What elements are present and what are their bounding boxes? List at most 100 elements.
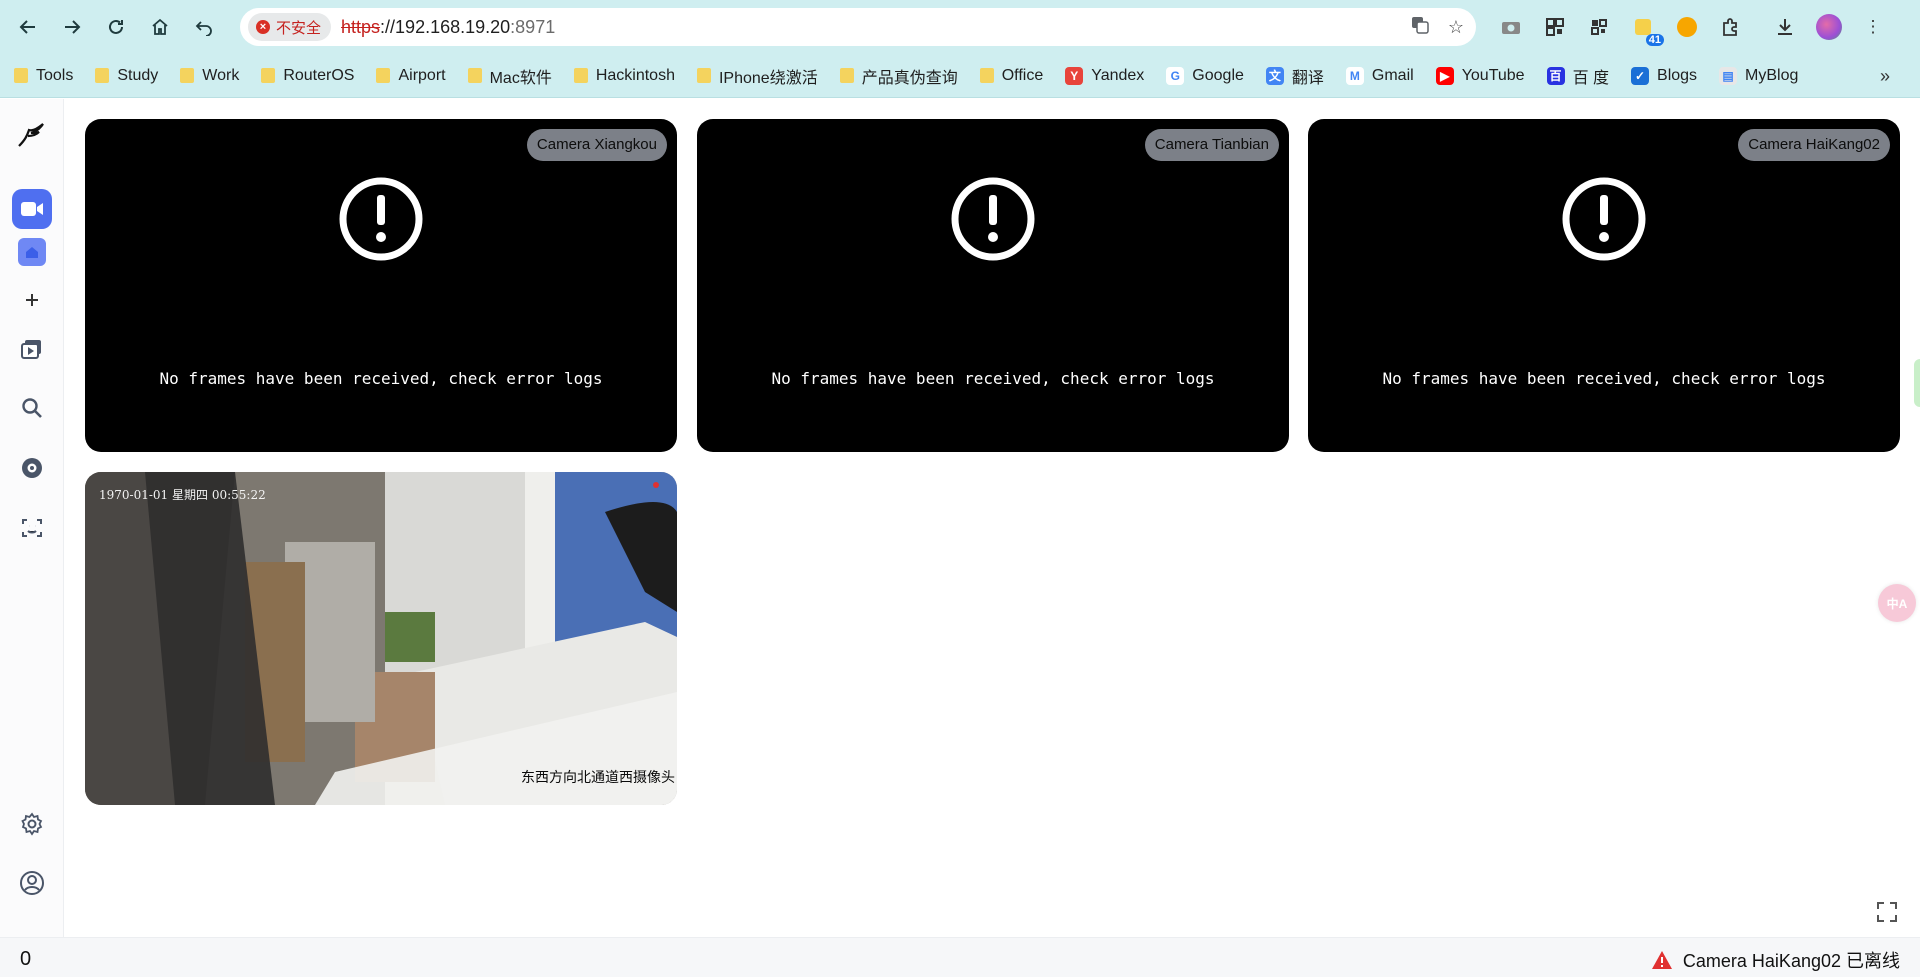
bookmark-label: YouTube [1461,66,1525,84]
bookmark-star-icon[interactable]: ☆ [1448,17,1464,38]
extensions-area: 41 ⋮ [1496,8,1888,46]
folder-icon [696,68,711,83]
fullscreen-icon[interactable] [1872,897,1902,927]
browser-toolbar: × 不安全 https://192.168.19.20:8971 ☆ 41 ⋮ [0,0,1920,54]
folder-icon [376,68,391,83]
reload-icon[interactable] [94,5,138,49]
bookmark-label: Study [117,66,159,84]
browser-menu-icon[interactable]: ⋮ [1858,12,1888,42]
navigation-buttons [0,5,240,49]
bookmark-item[interactable]: Work [180,67,239,85]
explore-icon[interactable] [12,448,52,488]
bookmark-label: Hackintosh [595,66,675,84]
back-icon[interactable] [6,5,50,49]
bookmark-item[interactable]: IPhone绕激活 [696,64,818,88]
bookmark-label: Office [1001,66,1044,84]
bookmark-item[interactable]: 文翻译 [1265,64,1324,88]
bookmarks-bar: Tools Study Work RouterOS Airport Mac软件 Hackin… [0,54,1920,98]
security-chip[interactable]: × 不安全 [248,13,332,41]
forward-icon[interactable] [50,5,94,49]
add-group-icon[interactable] [12,280,52,320]
translate-floating-button[interactable]: 中A [1878,584,1916,622]
side-drawer-handle[interactable] [1914,359,1920,407]
timer-extension-icon[interactable] [1672,12,1702,42]
qrcode-extension-icon[interactable] [1540,12,1570,42]
bookmark-item[interactable]: Tools [14,67,73,85]
bookmark-item[interactable]: Mac软件 [467,64,552,88]
folder-icon [95,68,110,83]
tampermonkey-extension-icon[interactable]: 41 [1628,12,1664,46]
face-scan-icon[interactable] [12,508,52,548]
warning-circle-icon [1562,177,1646,261]
myblog-icon: ▤ [1719,66,1738,85]
bookmark-label: MyBlog [1745,66,1799,84]
bookmark-item[interactable]: Office [979,66,1044,85]
bookmark-item[interactable]: M Gmail [1345,66,1414,85]
bookmarks-overflow-icon[interactable]: » [1880,54,1890,98]
camera-card-xiangkou[interactable]: Camera Xiangkou No frames have been rece… [85,119,677,452]
error-message: No frames have been received, check erro… [1382,369,1826,388]
camera-card-live-feed[interactable]: 1970-01-01 星期四 00:55:22 东西方向北通道西摄像头 [85,472,677,805]
folder-icon [839,68,854,83]
logo-icon[interactable] [12,115,52,155]
settings-gear-icon[interactable] [12,804,52,844]
google-icon: G [1166,66,1185,85]
camera-card-haikang02[interactable]: Camera HaiKang02 No frames have been rec… [1308,119,1900,452]
error-message: No frames have been received, check erro… [771,369,1215,388]
recordings-icon[interactable] [12,329,52,369]
bookmark-label: Airport [398,66,446,84]
camera-name-badge: Camera Xiangkou [526,129,667,161]
bookmark-label: Tools [36,66,74,84]
status-count: 0 [20,948,32,970]
gmail-icon: M [1345,66,1364,85]
camera-card-tianbian[interactable]: Camera Tianbian No frames have been rece… [697,119,1289,452]
recording-indicator [653,482,659,488]
download-icon[interactable] [1770,12,1800,42]
camera-name-badge: Camera Tianbian [1144,129,1279,161]
status-bar: 0 Camera HaiKang02 已离线 [0,937,1920,977]
not-secure-icon: × [256,20,270,34]
search-icon[interactable] [12,388,52,428]
home-icon[interactable] [138,5,182,49]
address-bar[interactable]: × 不安全 https://192.168.19.20:8971 ☆ [240,8,1476,46]
home-group-icon[interactable] [18,238,46,266]
bookmark-item[interactable]: Y Yandex [1065,66,1145,85]
profile-avatar-icon[interactable] [1814,12,1844,42]
account-icon[interactable] [12,863,52,903]
sidebar [0,99,64,937]
bookmark-item[interactable]: 百百 度 [1546,64,1609,88]
url-port: :8971 [510,16,556,37]
translate-icon: 文 [1265,66,1284,85]
bookmark-item[interactable]: Airport [376,66,446,85]
status-alert[interactable]: Camera HaiKang02 已离线 [1651,947,1900,973]
bookmark-item[interactable]: G Google [1166,66,1244,85]
page-translate-icon[interactable] [1410,15,1430,40]
warning-circle-icon [951,177,1035,261]
camera-feed-image [85,472,677,805]
undo-icon[interactable] [182,5,226,49]
qr-scan-extension-icon[interactable] [1584,12,1614,42]
url-scheme: https [341,16,381,37]
baidu-icon: 百 [1546,66,1565,85]
camera-extension-icon[interactable] [1496,12,1526,42]
folder-icon [467,68,482,83]
bookmark-item[interactable]: ▤ MyBlog [1719,66,1799,85]
youtube-icon: ▶ [1435,66,1454,85]
bookmark-label: 翻译 [1291,69,1324,87]
extensions-puzzle-icon[interactable] [1716,12,1746,42]
bookmark-label: Yandex [1091,66,1145,84]
bookmark-item[interactable]: Study [95,67,158,85]
osd-camera-label: 东西方向北通道西摄像头 [521,769,675,785]
extension-badge: 41 [1645,34,1664,46]
url-host: ://192.168.19.20 [380,16,511,37]
bookmark-item[interactable]: RouterOS [261,67,354,85]
bookmark-item[interactable]: 产品真伪查询 [839,64,958,88]
url-text[interactable]: https://192.168.19.20:8971 [341,17,555,38]
folder-icon [14,68,28,83]
bookmark-item[interactable]: Hackintosh [573,66,675,85]
folder-icon [573,68,588,83]
status-alert-text: Camera HaiKang02 已离线 [1682,951,1900,971]
live-view-icon[interactable] [12,189,52,229]
bookmark-item[interactable]: ✓ Blogs [1631,66,1697,85]
bookmark-item[interactable]: ▶ YouTube [1435,66,1525,85]
